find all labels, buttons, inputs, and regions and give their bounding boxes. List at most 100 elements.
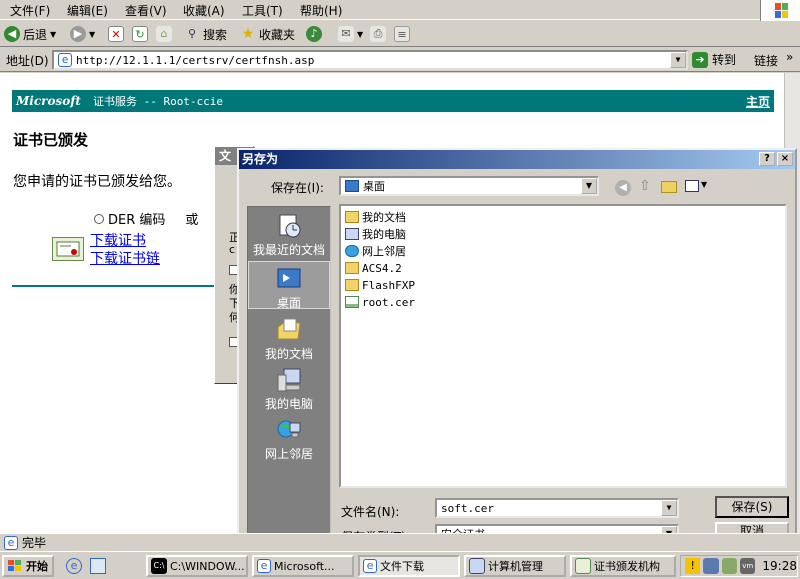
mail-button[interactable]: ✉ ▼: [338, 24, 363, 44]
folder-icon: [345, 211, 359, 223]
search-button[interactable]: ⚲ 搜索: [184, 24, 227, 44]
back-button[interactable]: ◀ 后退 ▼: [4, 24, 56, 44]
chevron-down-icon[interactable]: ▼: [701, 180, 707, 189]
taskbar-item-cmd[interactable]: C:\ C:\WINDOW...: [146, 555, 248, 577]
place-my-computer[interactable]: 我的电脑: [248, 363, 330, 411]
menu-edit[interactable]: 编辑(E): [67, 2, 108, 19]
start-button[interactable]: 开始: [2, 555, 54, 577]
menu-bar: 文件(F) 编辑(E) 查看(V) 收藏(A) 工具(T) 帮助(H): [0, 0, 800, 20]
new-folder-icon[interactable]: [661, 181, 677, 193]
edit-icon: ≡: [394, 26, 410, 42]
stop-icon: ✕: [108, 26, 124, 42]
file-list[interactable]: 我的文档 我的电脑 网上邻居 ACS4.2 FlashFXP root.cer: [339, 204, 787, 488]
media-icon: ♪: [306, 26, 322, 42]
home-link[interactable]: 主页: [746, 93, 770, 110]
save-as-title: 另存为: [242, 152, 279, 166]
place-label: 桌面: [276, 296, 301, 310]
go-arrow-icon: ➔: [692, 51, 708, 68]
refresh-button[interactable]: ↻: [132, 24, 148, 44]
folder-icon: [345, 279, 359, 291]
save-in-value: 桌面: [363, 180, 385, 193]
view-menu-icon[interactable]: [685, 180, 699, 192]
place-label: 我最近的文档: [252, 243, 325, 257]
place-network[interactable]: 网上邻居: [248, 413, 330, 461]
explorer-quicklaunch-icon[interactable]: [90, 558, 106, 574]
list-item[interactable]: 网上邻居: [345, 243, 406, 259]
taskbar-item-microsoft[interactable]: e Microsoft...: [252, 555, 354, 577]
status-bar: e 完毕: [0, 533, 800, 551]
forward-button[interactable]: ▶ ▼: [70, 24, 95, 44]
download-cert-link[interactable]: 下载证书: [90, 230, 146, 250]
dialog-fragment: c: [229, 243, 236, 256]
stop-button[interactable]: ✕: [108, 24, 124, 44]
print-button[interactable]: ⎙: [370, 24, 386, 44]
place-desktop[interactable]: 桌面: [248, 261, 330, 310]
vm-tray-icon[interactable]: vm: [740, 558, 756, 574]
menu-view[interactable]: 查看(V): [125, 2, 167, 19]
search-icon: ⚲: [187, 27, 197, 40]
places-bar: 我最近的文档 桌面 我的文档 我的电脑 网上邻居: [247, 206, 331, 540]
mail-icon: ✉: [338, 26, 354, 42]
place-label: 我的文档: [264, 347, 313, 361]
list-item[interactable]: root.cer: [345, 294, 415, 310]
save-in-select[interactable]: 桌面 ▼: [339, 176, 599, 196]
service-banner: Microsoft 证书服务 -- Root-ccie 主页: [12, 90, 774, 112]
address-dropdown-button[interactable]: ▼: [670, 52, 686, 68]
home-button[interactable]: ⌂: [156, 24, 172, 44]
clock: 19:28: [762, 559, 797, 573]
back-label: 后退: [23, 27, 48, 42]
task-label: 计算机管理: [488, 560, 543, 573]
save-button[interactable]: 保存(S): [715, 496, 789, 518]
menu-file[interactable]: 文件(F): [10, 2, 50, 19]
folder-icon: [345, 262, 359, 274]
computer-icon: [345, 228, 359, 240]
address-input[interactable]: e http://12.1.1.1/certsrv/certfnsh.asp ▼: [52, 50, 688, 70]
help-button[interactable]: ?: [759, 152, 775, 166]
list-item[interactable]: 我的文档: [345, 209, 406, 225]
status-text: 完毕: [22, 536, 47, 550]
place-recent[interactable]: 我最近的文档: [248, 209, 330, 257]
place-my-documents[interactable]: 我的文档: [248, 313, 330, 361]
filename-input[interactable]: soft.cer ▼: [435, 498, 679, 518]
recent-docs-icon: [276, 213, 302, 239]
der-radio[interactable]: [94, 213, 104, 224]
star-icon: ★: [241, 26, 255, 42]
menu-help[interactable]: 帮助(H): [300, 2, 342, 19]
taskbar-item-computer-management[interactable]: 计算机管理: [464, 555, 566, 577]
go-button[interactable]: ➔ 转到: [692, 51, 736, 68]
list-item[interactable]: ACS4.2: [345, 260, 402, 276]
save-as-dialog: 另存为 ? × 保存在(I): 桌面 ▼ ◀ ⇧ ▼ 我最近的文档 桌面 我的文…: [237, 148, 797, 546]
file-name: 我的文档: [362, 211, 406, 224]
tray-app-icon[interactable]: [721, 558, 738, 574]
network-tray-icon[interactable]: [703, 558, 719, 574]
ie-quicklaunch-icon[interactable]: e: [66, 558, 82, 574]
taskbar-item-cert-authority[interactable]: 证书颁发机构: [570, 555, 676, 577]
favorites-label: 收藏夹: [259, 27, 296, 42]
links-overflow-icon[interactable]: »: [786, 50, 793, 64]
start-label: 开始: [26, 560, 48, 573]
console-icon: C:\: [151, 558, 167, 574]
media-button[interactable]: ♪: [306, 24, 322, 44]
menu-tools[interactable]: 工具(T): [242, 2, 283, 19]
menu-favorites[interactable]: 收藏(A): [183, 2, 225, 19]
chevron-down-icon[interactable]: ▼: [661, 500, 677, 516]
file-name: root.cer: [362, 295, 415, 309]
list-item[interactable]: FlashFXP: [345, 277, 415, 293]
edit-button[interactable]: ≡: [394, 24, 410, 44]
taskbar-item-file-download[interactable]: e 文件下载: [358, 555, 460, 577]
chevron-down-icon[interactable]: ▼: [581, 178, 597, 194]
go-label: 转到: [712, 53, 737, 67]
back-icon[interactable]: ◀: [615, 180, 631, 196]
close-button[interactable]: ×: [777, 152, 793, 166]
chevron-down-icon: ▼: [89, 29, 96, 39]
forward-arrow-icon: ▶: [70, 26, 86, 42]
favorites-button[interactable]: ★ 收藏夹: [240, 24, 295, 44]
network-places-icon: [276, 417, 302, 443]
links-button[interactable]: 链接: [754, 52, 778, 69]
desktop-icon: [345, 180, 359, 192]
my-computer-icon: [276, 367, 302, 393]
up-folder-icon[interactable]: ⇧: [639, 178, 651, 194]
list-item[interactable]: 我的电脑: [345, 226, 406, 242]
download-chain-link[interactable]: 下载证书链: [90, 248, 160, 268]
shield-icon[interactable]: !: [685, 558, 701, 574]
